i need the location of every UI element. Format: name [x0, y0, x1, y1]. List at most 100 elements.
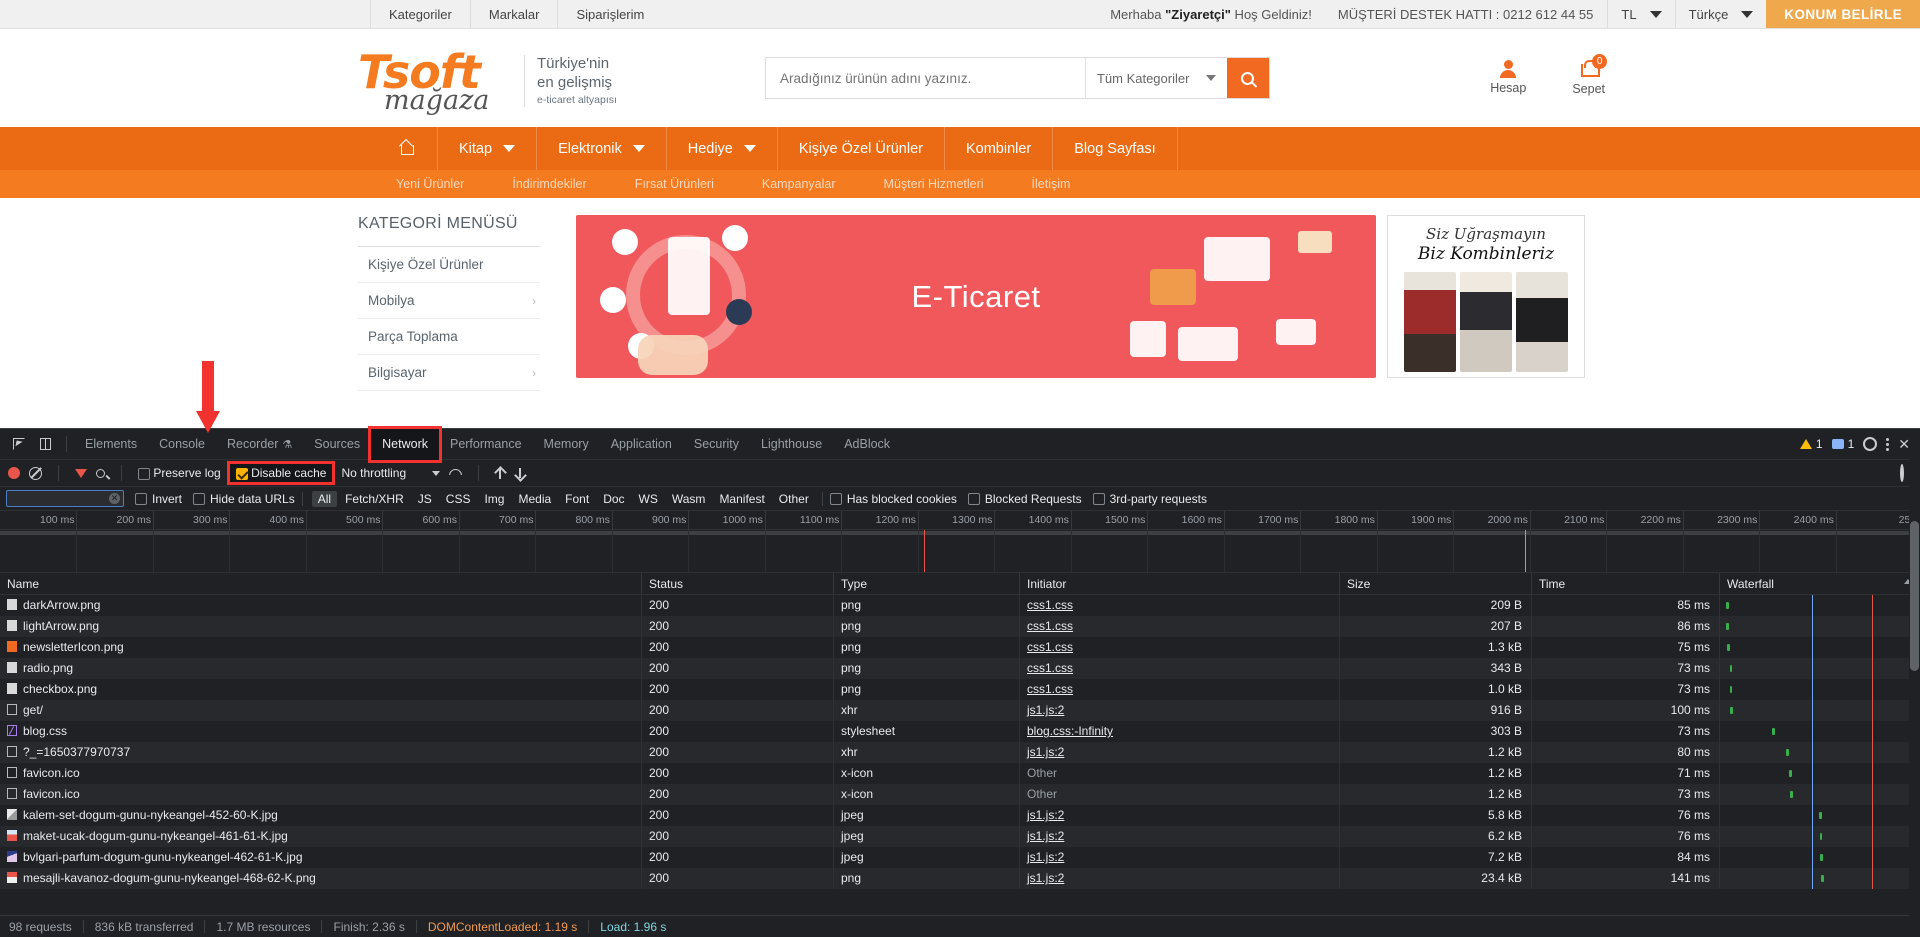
warning-count-button[interactable]: 1	[1799, 437, 1823, 451]
initiator-link[interactable]: js1.js:2	[1027, 850, 1064, 864]
clear-icon[interactable]	[29, 466, 42, 480]
search-input[interactable]	[765, 58, 1085, 98]
subnav-item-firsat-urunleri[interactable]: Fırsat Ürünleri	[611, 177, 738, 191]
inspect-element-button[interactable]	[5, 431, 32, 458]
preserve-log-checkbox[interactable]: Preserve log	[138, 466, 221, 480]
tab-adblock[interactable]: AdBlock	[833, 429, 901, 460]
table-row[interactable]: kalem-set-dogum-gunu-nykeangel-452-60-K.…	[0, 805, 1920, 826]
initiator-link[interactable]: css1.css	[1027, 598, 1073, 612]
filter-input[interactable]: ✕	[6, 490, 124, 507]
initiator-link[interactable]: js1.js:2	[1027, 703, 1064, 717]
filter-type-font[interactable]: Font	[559, 491, 595, 507]
network-settings-gear-icon[interactable]	[1900, 464, 1904, 482]
initiator-link[interactable]: js1.js:2	[1027, 808, 1064, 822]
nav-item-kitap[interactable]: Kitap	[438, 127, 538, 170]
blocked-requests-checkbox[interactable]: Blocked Requests	[967, 492, 1082, 506]
set-location-button[interactable]: KONUM BELİRLE	[1766, 0, 1920, 28]
export-har-icon[interactable]	[515, 467, 526, 480]
hide-data-urls-checkbox[interactable]: Hide data URLs	[193, 492, 295, 506]
filter-type-img[interactable]: Img	[478, 491, 510, 507]
table-row[interactable]: blog.css 200 stylesheet blog.css:-Infinity 3…	[0, 721, 1920, 742]
account-button[interactable]: Hesap	[1490, 60, 1526, 96]
tab-memory[interactable]: Memory	[533, 429, 600, 460]
network-overview[interactable]: 100 ms 200 ms 300 ms 400 ms 500 ms 600 ms 700 …	[0, 511, 1920, 573]
sidebar-item-parca-toplama[interactable]: Parça Toplama	[358, 319, 540, 355]
tab-sources[interactable]: Sources	[303, 429, 371, 460]
subnav-item-yeni-urunler[interactable]: Yeni Ürünler	[372, 177, 488, 191]
promo-card[interactable]: Siz Uğraşmayın Biz Kombinleriz	[1387, 215, 1585, 378]
table-row[interactable]: bvlgari-parfum-dogum-gunu-nykeangel-462-…	[0, 847, 1920, 868]
scrollbar-thumb[interactable]	[1910, 521, 1919, 671]
table-row[interactable]: favicon.ico 200 x-icon Other 1.2 kB 73 ms	[0, 784, 1920, 805]
filter-type-fetch-xhr[interactable]: Fetch/XHR	[339, 491, 410, 507]
search-category-select[interactable]: Tüm Kategoriler	[1084, 58, 1227, 98]
search-button[interactable]	[1226, 58, 1269, 98]
subnav-item-musteri-hizmetleri[interactable]: Müşteri Hizmetleri	[860, 177, 1008, 191]
column-header-name[interactable]: Name	[0, 572, 642, 595]
nav-item-kombinler[interactable]: Kombinler	[945, 127, 1054, 170]
column-header-time[interactable]: Time	[1532, 572, 1720, 595]
record-button[interactable]	[8, 467, 20, 479]
has-blocked-cookies-checkbox[interactable]: Has blocked cookies	[829, 492, 957, 506]
nav-item-blog-sayfasi[interactable]: Blog Sayfası	[1053, 127, 1178, 170]
initiator-link[interactable]: css1.css	[1027, 619, 1073, 633]
initiator-link[interactable]: css1.css	[1027, 661, 1073, 675]
import-har-icon[interactable]	[495, 467, 506, 480]
subnav-item-indirimdekiler[interactable]: İndirimdekiler	[488, 177, 610, 191]
table-row[interactable]: darkArrow.png 200 png css1.css 209 B 85 ms	[0, 595, 1920, 616]
site-logo[interactable]: Tsoft mağaza	[358, 45, 518, 116]
column-header-size[interactable]: Size	[1340, 572, 1532, 595]
table-row[interactable]: lightArrow.png 200 png css1.css 207 B 86 ms	[0, 616, 1920, 637]
hero-banner[interactable]: E-Ticaret	[576, 215, 1376, 378]
table-row[interactable]: maket-ucak-dogum-gunu-nykeangel-461-61-K…	[0, 826, 1920, 847]
table-row[interactable]: favicon.ico 200 x-icon Other 1.2 kB 71 ms	[0, 763, 1920, 784]
initiator-link[interactable]: js1.js:2	[1027, 871, 1064, 885]
tab-application[interactable]: Application	[600, 429, 683, 460]
clear-filter-icon[interactable]: ✕	[109, 493, 120, 504]
sidebar-item-kisiye-ozel-urunler[interactable]: Kişiye Özel Ürünler	[358, 247, 540, 283]
filter-type-all[interactable]: All	[311, 490, 338, 507]
search-icon[interactable]	[96, 468, 105, 478]
filter-type-ws[interactable]: WS	[633, 491, 664, 507]
more-options-icon[interactable]	[1886, 437, 1890, 451]
initiator-link[interactable]: js1.js:2	[1027, 829, 1064, 843]
filter-type-manifest[interactable]: Manifest	[713, 491, 770, 507]
filter-icon[interactable]	[75, 468, 87, 478]
subnav-item-kampanyalar[interactable]: Kampanyalar	[738, 177, 860, 191]
table-row[interactable]: mesajli-kavanoz-dogum-gunu-nykeangel-468…	[0, 868, 1920, 889]
column-header-type[interactable]: Type	[834, 572, 1020, 595]
subnav-item-iletisim[interactable]: İletişim	[1008, 177, 1095, 191]
network-conditions-icon[interactable]	[449, 468, 462, 479]
table-row[interactable]: get/200 xhr js1.js:2 916 B 100 ms	[0, 700, 1920, 721]
gear-icon[interactable]	[1863, 437, 1878, 451]
disable-cache-checkbox[interactable]: Disable cache	[226, 461, 336, 485]
topbar-link-kategoriler[interactable]: Kategoriler	[370, 0, 470, 28]
filter-type-wasm[interactable]: Wasm	[666, 491, 712, 507]
tab-lighthouse[interactable]: Lighthouse	[750, 429, 833, 460]
column-header-initiator[interactable]: Initiator	[1020, 572, 1340, 595]
filter-type-js[interactable]: JS	[412, 491, 438, 507]
nav-item-kisiye-ozel-urunler[interactable]: Kişiye Özel Ürünler	[778, 127, 945, 170]
table-row[interactable]: radio.png 200 png css1.css 343 B 73 ms	[0, 658, 1920, 679]
initiator-link[interactable]: js1.js:2	[1027, 745, 1064, 759]
filter-type-doc[interactable]: Doc	[597, 491, 630, 507]
language-selector[interactable]: Türkçe	[1674, 0, 1767, 28]
initiator-link[interactable]: css1.css	[1027, 640, 1073, 654]
initiator-link[interactable]: blog.css:-Infinity	[1027, 724, 1113, 738]
initiator-link[interactable]: css1.css	[1027, 682, 1073, 696]
throttling-select[interactable]: No throttling	[341, 466, 441, 480]
nav-item-elektronik[interactable]: Elektronik	[537, 127, 667, 170]
filter-type-media[interactable]: Media	[512, 491, 557, 507]
currency-selector[interactable]: TL	[1607, 0, 1674, 28]
table-scrollbar[interactable]	[1909, 429, 1920, 937]
invert-checkbox[interactable]: Invert	[135, 492, 182, 506]
toggle-device-toolbar-button[interactable]	[32, 431, 59, 458]
sidebar-item-mobilya[interactable]: Mobilya ›	[358, 283, 540, 319]
topbar-link-siparislerim[interactable]: Siparişlerim	[557, 0, 662, 28]
sidebar-item-bilgisayar[interactable]: Bilgisayar ›	[358, 355, 540, 391]
tab-performance[interactable]: Performance	[439, 429, 533, 460]
tab-elements[interactable]: Elements	[74, 429, 148, 460]
column-header-waterfall[interactable]: Waterfall	[1720, 572, 1920, 595]
logo-area[interactable]: Tsoft mağaza Türkiye'nin en gelişmiş e-t…	[358, 45, 617, 116]
cart-button[interactable]: 0 Sepet	[1572, 54, 1608, 96]
